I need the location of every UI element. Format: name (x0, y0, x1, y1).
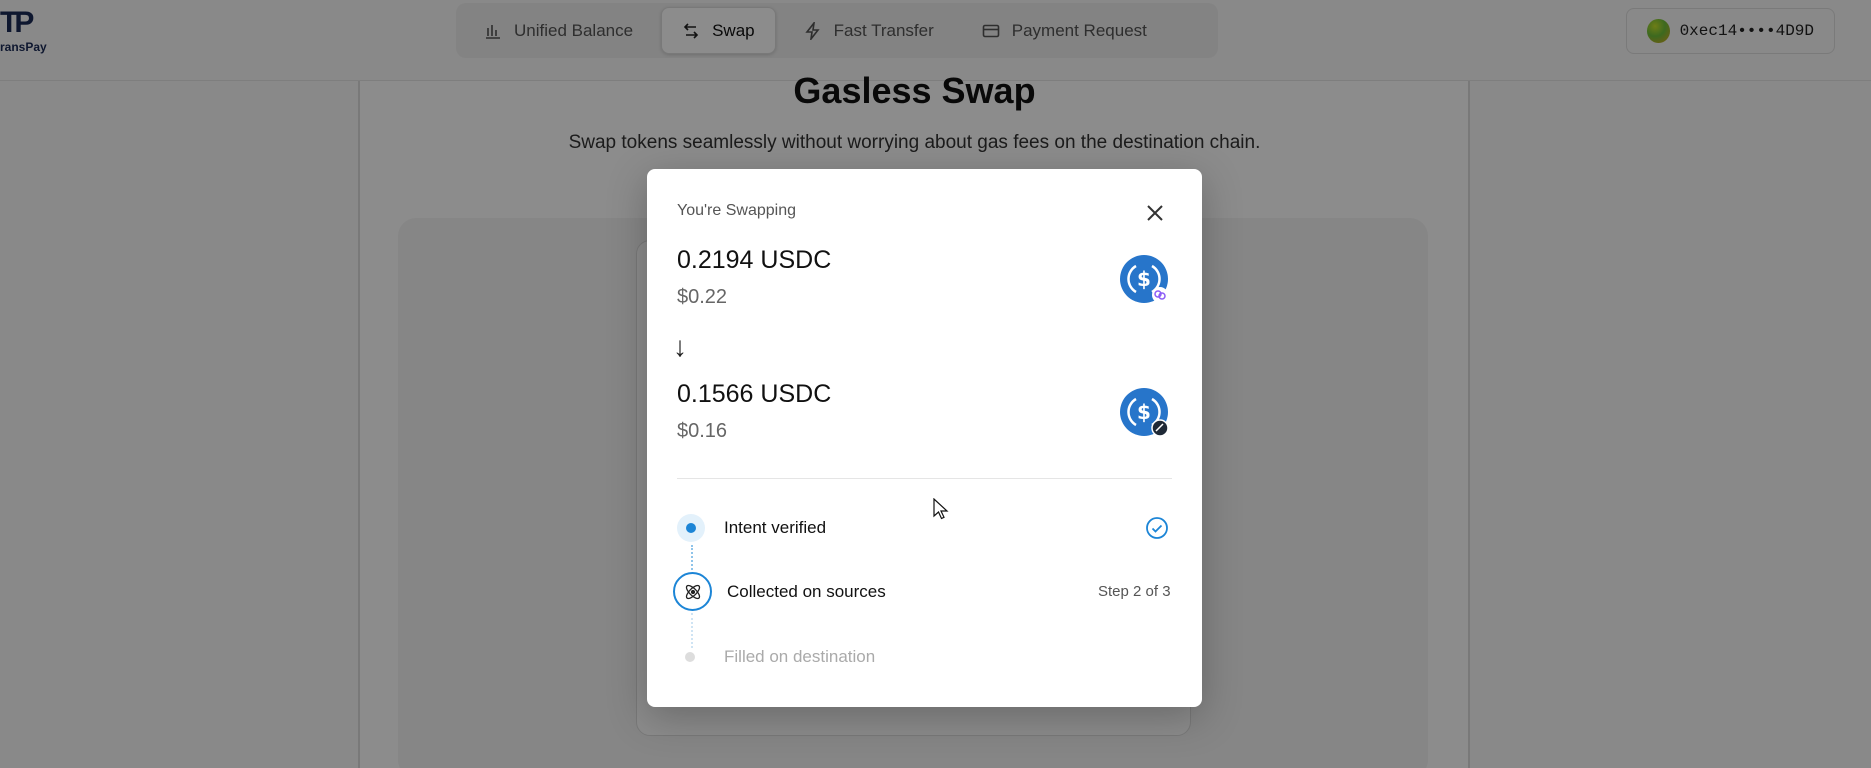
divider (677, 478, 1172, 479)
atom-icon (685, 584, 700, 599)
step-active-indicator (673, 572, 712, 611)
svg-text:$: $ (1137, 267, 1151, 291)
step-intent-verified: Intent verified (724, 518, 827, 537)
svg-text:$: $ (1137, 400, 1151, 424)
step-count: Step 2 of 3 (1098, 583, 1171, 600)
modal-label: You're Swapping (677, 202, 796, 219)
step-collected-on-sources: Collected on sources (727, 582, 886, 601)
step-pending-indicator (685, 652, 695, 662)
usdc-coin-icon: $ (1120, 255, 1168, 303)
to-amount: 0.1566 USDC (677, 380, 832, 408)
close-icon[interactable] (1143, 201, 1167, 225)
from-usd: $0.22 (677, 286, 728, 308)
usdc-coin-icon: $ (1120, 388, 1169, 437)
step-filled-on-destination: Filled on destination (724, 647, 876, 666)
check-circle-icon (1146, 517, 1168, 539)
step-done-indicator (677, 514, 705, 542)
to-usd: $0.16 (677, 420, 728, 442)
mouse-cursor-icon (933, 498, 949, 520)
step-connector (691, 545, 693, 570)
swap-progress-modal: You're Swapping 0.2194 USDC $0.22 $ ↓ 0.… (647, 169, 1202, 707)
arrow-down-icon: ↓ (673, 331, 687, 362)
from-amount: 0.2194 USDC (677, 246, 832, 274)
step-connector (691, 613, 693, 648)
